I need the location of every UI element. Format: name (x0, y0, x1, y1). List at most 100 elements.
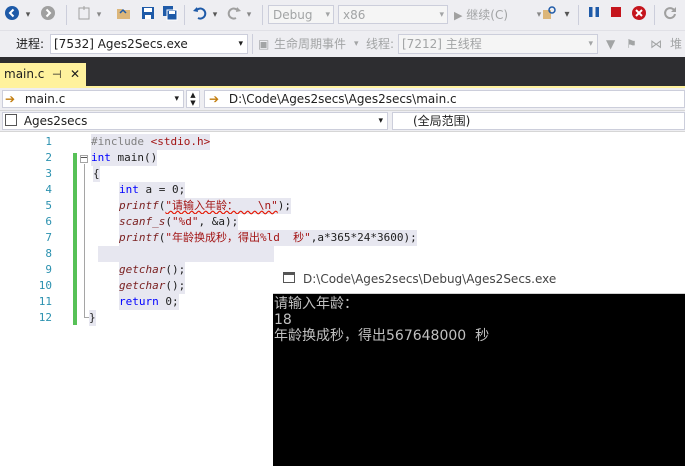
undo-icon[interactable] (190, 5, 210, 25)
save-icon[interactable] (138, 5, 158, 25)
code-line-empty (98, 246, 274, 262)
code-token: (); (165, 263, 186, 276)
file-dropdown[interactable]: ➔ main.c ▾ (2, 90, 184, 108)
process-dropdown[interactable]: [7532] Ages2Secs.exe ▾ (50, 34, 248, 54)
stop-icon[interactable] (606, 5, 626, 25)
code-token: { (93, 167, 100, 180)
outline-line (84, 164, 85, 317)
stop-debugging-icon[interactable] (628, 5, 650, 25)
console-output-line: 18 (274, 312, 292, 328)
project-dropdown-value: Ages2secs (23, 114, 88, 128)
arrow-right-icon: ➔ (5, 92, 16, 106)
code-line: scanf_s("%d", &a); (119, 214, 239, 230)
back-arrow-icon[interactable] (2, 5, 22, 25)
stack-frame-icon[interactable]: ⋈ (650, 35, 662, 53)
line-number: 8 (45, 247, 52, 260)
code-line: printf("请输入年龄： \n"); (119, 198, 291, 214)
file-navigation-bar: ➔ main.c ▾ ▲ ▼ ➔ D:\Code\Ages2secs\Ages2s… (0, 88, 685, 111)
code-line: #include <stdio.h> (91, 134, 211, 150)
file-spin-buttons[interactable]: ▲ ▼ (186, 90, 200, 108)
tab-label: main.c (4, 67, 45, 81)
code-token: a = 0; (138, 183, 186, 196)
chevron-down-icon: ▾ (174, 94, 179, 104)
code-token: "%d" (171, 215, 199, 228)
thread-label: 线程: (366, 37, 395, 51)
find-icon[interactable] (538, 5, 560, 25)
chevron-down-icon: ▾ (378, 116, 383, 126)
console-window[interactable]: D:\Code\Ages2secs\Debug\Ages2Secs.exe 请输… (273, 264, 685, 466)
code-line: } (89, 310, 96, 326)
continue-button[interactable]: ▶ 继续(C) (454, 5, 534, 25)
chevron-down-icon[interactable]: ▾ (562, 5, 572, 25)
code-token: ); (277, 199, 291, 212)
pause-icon[interactable] (584, 5, 604, 25)
pin-icon[interactable]: ⊣ (52, 63, 62, 86)
code-token: printf (119, 199, 159, 212)
line-number: 10 (38, 279, 52, 292)
new-project-icon[interactable] (74, 5, 94, 25)
chevron-down-icon[interactable]: ▾ (244, 5, 254, 25)
save-all-icon[interactable] (160, 5, 180, 25)
line-number: 6 (45, 215, 52, 228)
document-tab-strip: main.c ⊣ ✕ (0, 57, 685, 88)
chevron-down-icon: ▾ (439, 10, 444, 20)
restart-icon[interactable] (660, 5, 680, 25)
platform-value: x86 (343, 8, 366, 22)
flag-threads-icon[interactable]: ⚑ (626, 35, 637, 53)
code-token: scanf_s (119, 215, 166, 228)
scope-dropdown[interactable]: (全局范围) (392, 112, 685, 130)
solution-config-dropdown[interactable]: Debug ▾ (268, 5, 334, 24)
platform-dropdown[interactable]: x86 ▾ (338, 5, 448, 24)
spin-up-icon[interactable]: ▲ (190, 91, 195, 99)
project-dropdown[interactable]: Ages2secs ▾ (2, 112, 388, 130)
console-title: D:\Code\Ages2secs\Debug\Ages2Secs.exe (303, 272, 557, 286)
change-tracking-margin (73, 153, 77, 325)
project-icon (5, 114, 17, 126)
thread-dropdown[interactable]: [7212] 主线程 ▾ (398, 34, 598, 54)
chevron-down-icon[interactable]: ▾ (94, 5, 104, 25)
code-line: getchar(); (119, 278, 186, 294)
file-dropdown-value: main.c (24, 92, 66, 106)
chevron-down-icon: ▾ (325, 10, 330, 20)
line-number: 12 (38, 311, 52, 324)
close-icon[interactable]: ✕ (70, 63, 80, 86)
scope-dropdown-value: (全局范围) (413, 114, 471, 128)
line-number: 3 (45, 167, 52, 180)
lifecycle-events-button[interactable]: 生命周期事件 (274, 35, 346, 53)
code-line: return 0; (119, 294, 179, 310)
console-app-icon (283, 272, 295, 283)
chevron-down-icon[interactable]: ▾ (22, 5, 34, 25)
file-path: D:\Code\Ages2secs\Ages2secs\main.c (228, 92, 457, 106)
code-token: 0; (158, 295, 179, 308)
continue-play-icon: ▶ (454, 9, 463, 22)
line-number: 9 (45, 263, 52, 276)
spin-down-icon[interactable]: ▼ (190, 99, 195, 107)
code-line: int main() (91, 150, 158, 166)
code-token: #include (91, 135, 144, 148)
code-token: int (91, 151, 111, 164)
tab-main-c[interactable]: main.c ⊣ ✕ (0, 63, 86, 88)
line-number: 4 (45, 183, 52, 196)
chevron-down-icon[interactable]: ▾ (210, 5, 220, 25)
code-token: printf (119, 231, 159, 244)
lifecycle-events-icon: ▣ (258, 37, 270, 51)
minus-glyph (81, 157, 87, 158)
code-token: <stdio.h> (150, 135, 211, 148)
chevron-down-icon: ▾ (588, 39, 593, 49)
open-folder-icon[interactable] (114, 5, 134, 25)
filter-icon[interactable]: ▼ (606, 35, 615, 53)
code-line: { (93, 166, 100, 182)
line-number: 11 (38, 295, 52, 308)
forward-arrow-icon[interactable] (38, 5, 58, 25)
scope-navigation-bar: Ages2secs ▾ (全局范围) (0, 111, 685, 132)
console-title-bar[interactable]: D:\Code\Ages2secs\Debug\Ages2Secs.exe (273, 264, 685, 294)
chevron-down-icon[interactable]: ▾ (354, 35, 359, 53)
code-token: getchar (119, 279, 166, 292)
code-token: "请输入年龄： \n" (165, 199, 278, 212)
code-token: return (119, 295, 159, 308)
code-line: printf("年龄换成秒，得出%ld 秒",a*365*24*3600); (119, 230, 417, 246)
code-token: (); (165, 279, 186, 292)
path-dropdown[interactable]: ➔ D:\Code\Ages2secs\Ages2secs\main.c (204, 90, 685, 108)
code-line: getchar(); (119, 262, 186, 278)
redo-icon[interactable] (224, 5, 244, 25)
